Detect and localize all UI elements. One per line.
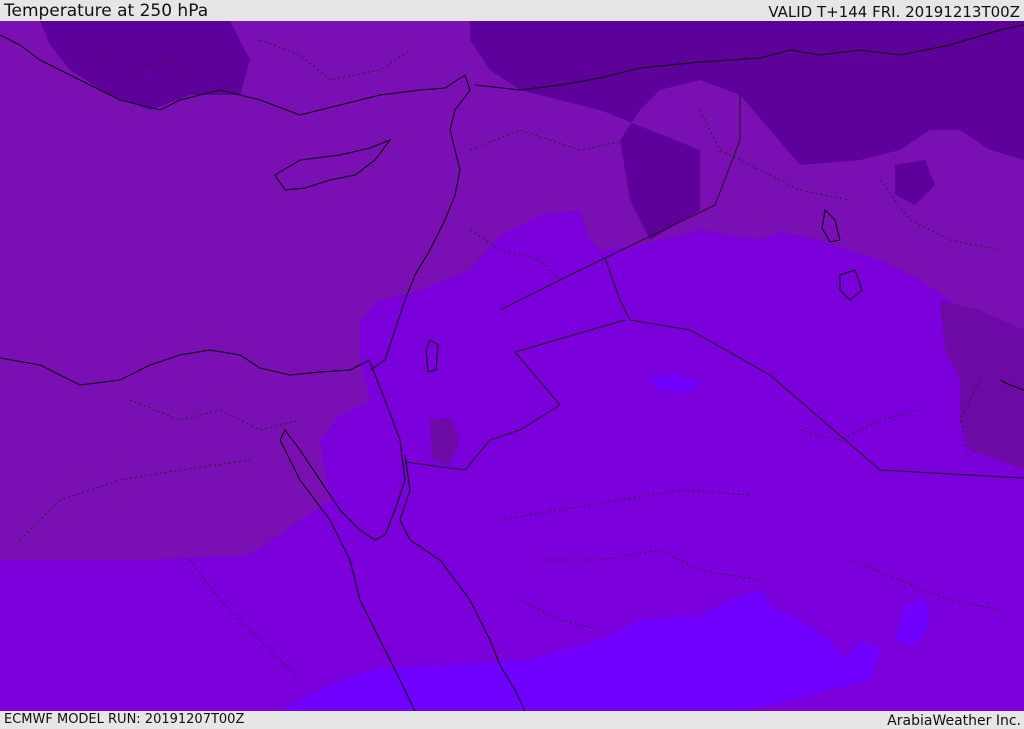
footer-bar: ECMWF MODEL RUN: 20191207T00Z ArabiaWeat… (0, 711, 1024, 729)
header-bar: Temperature at 250 hPa VALID T+144 FRI. … (0, 0, 1024, 21)
brand-label: ArabiaWeather Inc. (887, 713, 1021, 729)
valid-time: VALID T+144 FRI. 20191213T00Z (768, 3, 1020, 21)
model-run-label: ECMWF MODEL RUN: 20191207T00Z (4, 712, 245, 727)
map-area (0, 21, 1024, 711)
map-title: Temperature at 250 hPa (4, 1, 209, 21)
temperature-map (0, 21, 1024, 711)
